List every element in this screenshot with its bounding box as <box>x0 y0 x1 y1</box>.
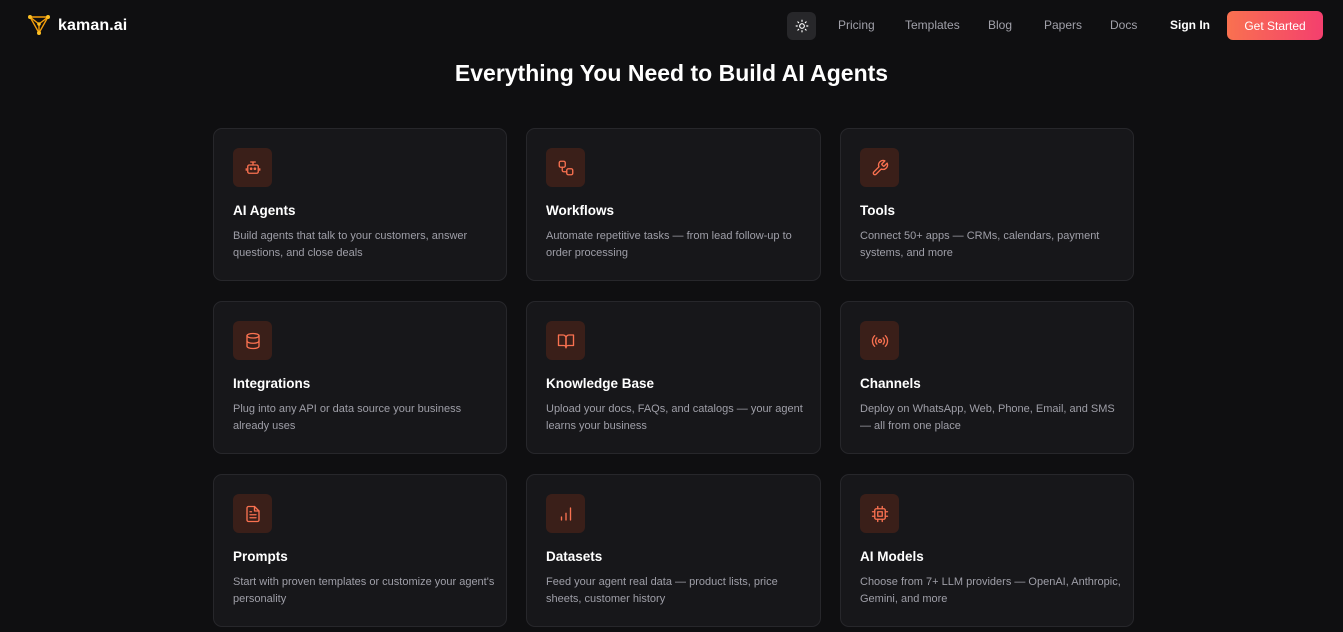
feature-title: Integrations <box>233 376 311 391</box>
feature-card-knowledge-base[interactable]: Knowledge Base Upload your docs, FAQs, a… <box>526 301 821 454</box>
feature-description: Automate repetitive tasks — from lead fo… <box>546 230 792 259</box>
feature-card-workflows[interactable]: Workflows Automate repetitive tasks — fr… <box>526 128 821 281</box>
feature-description: Start with proven templates or customize… <box>233 576 495 605</box>
logo-icon <box>27 12 51 41</box>
feature-description: Feed your agent real data — product list… <box>546 576 778 605</box>
feature-title: Workflows <box>546 203 615 218</box>
database-icon <box>233 321 272 360</box>
cpu-icon <box>860 494 899 533</box>
feature-title: Datasets <box>546 549 603 564</box>
get-started-button[interactable]: Get Started <box>1227 11 1323 40</box>
top-navbar: kaman.ai Pricing Templates Blog Papers D… <box>0 0 1343 52</box>
feature-card-channels[interactable]: Channels Deploy on WhatsApp, Web, Phone,… <box>840 301 1134 454</box>
section-heading: Everything You Need to Build AI Agents <box>454 60 889 86</box>
feature-card-ai-models[interactable]: AI Models Choose from 7+ LLM providers —… <box>840 474 1134 627</box>
feature-card-prompts[interactable]: Prompts Start with proven templates or c… <box>213 474 507 627</box>
brand-logo[interactable]: kaman.ai <box>27 14 127 38</box>
sign-in-link[interactable]: Sign In <box>1170 18 1210 32</box>
feature-title: AI Models <box>860 549 924 564</box>
nav-link-blog[interactable]: Blog <box>988 18 1012 32</box>
nav-link-templates[interactable]: Templates <box>905 18 960 32</box>
brand-name: kaman.ai <box>58 17 128 34</box>
feature-title: Knowledge Base <box>546 376 655 391</box>
feature-title: Prompts <box>233 549 288 564</box>
sun-icon <box>795 19 808 33</box>
nav-link-papers[interactable]: Papers <box>1044 18 1082 32</box>
robot-icon <box>233 148 272 187</box>
theme-toggle-button[interactable] <box>787 12 816 40</box>
wrench-icon <box>860 148 899 187</box>
feature-description: Deploy on WhatsApp, Web, Phone, Email, a… <box>860 403 1115 432</box>
feature-description: Plug into any API or data source your bu… <box>233 403 462 432</box>
feature-card-datasets[interactable]: Datasets Feed your agent real data — pro… <box>526 474 821 627</box>
feature-title: Channels <box>860 376 921 391</box>
book-icon <box>546 321 585 360</box>
feature-description: Upload your docs, FAQs, and catalogs — y… <box>546 403 803 432</box>
workflow-icon <box>546 148 585 187</box>
feature-card-tools[interactable]: Tools Connect 50+ apps — CRMs, calendars… <box>840 128 1134 281</box>
nav-link-pricing[interactable]: Pricing <box>838 18 875 32</box>
feature-title: AI Agents <box>233 203 296 218</box>
feature-card-integrations[interactable]: Integrations Plug into any API or data s… <box>213 301 507 454</box>
nav-link-docs[interactable]: Docs <box>1110 18 1137 32</box>
feature-card-ai-agents[interactable]: AI Agents Build agents that talk to your… <box>213 128 507 281</box>
features-grid: AI Agents Build agents that talk to your… <box>213 128 1134 627</box>
bar-chart-icon <box>546 494 585 533</box>
broadcast-icon <box>860 321 899 360</box>
feature-description: Build agents that talk to your customers… <box>233 230 468 259</box>
feature-description: Choose from 7+ LLM providers — OpenAI, A… <box>860 576 1121 605</box>
feature-description: Connect 50+ apps — CRMs, calendars, paym… <box>860 230 1100 259</box>
feature-title: Tools <box>860 203 895 218</box>
document-icon <box>233 494 272 533</box>
